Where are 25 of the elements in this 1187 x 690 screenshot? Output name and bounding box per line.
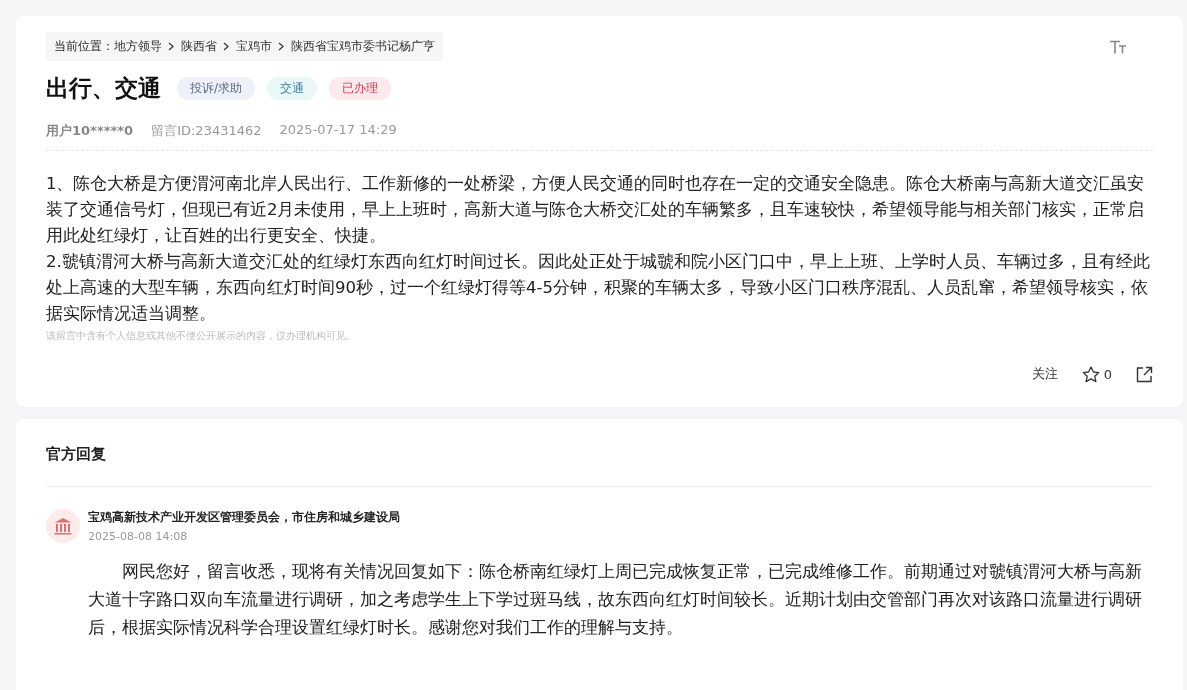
breadcrumb-separator-icon [223,42,230,51]
message-title: 出行、交通 [46,74,161,103]
category-tag: 已办理 [329,77,392,100]
category-tag: 投诉/求助 [177,77,256,100]
category-tag: 交通 [267,77,318,100]
breadcrumb-label: 当前位置： [54,38,114,55]
reply-heading: 官方回复 [46,445,107,464]
share-icon[interactable] [1136,365,1153,383]
organization-name: 宝鸡高新技术产业开发区管理委员会，市住房和城乡建设局 [88,509,400,526]
breadcrumb-link[interactable]: 地方领导 [114,38,162,55]
message-paragraph: 2.虢镇渭河大桥与高新大道交汇处的红绿灯东西向红灯时间过长。因此处正处于城虢和院小区门口中，早上上班、上学时人员、车辆过多，且有经此处上高速的大型车辆，东西向红灯时间90秒，过一个红绿灯得等4-5分钟，积聚的车辆太多，导致小区门口秩序混乱、人员乱窜，希望领导核实，依据实际情况适当调整。 [46,251,1151,325]
user-name: 用户10*****0 [46,122,134,140]
reply-time: 2025-08-08 14:08 [88,530,189,543]
font-size-icon[interactable] [1109,39,1127,54]
message-paragraph: 1、陈仓大桥是方便渭河南北岸人民出行、工作新修的一处桥梁，方便人民交通的同时也存在一定的交通安全隐患。陈仓大桥南与高新大道交汇虽安装了交通信号灯，但现已有近2月未使用，早上上班时，高新大道与陈仓大桥交汇处的车辆繁多，且车速较快，希望领导能与相关部门核实，正常启用此处红绿灯，让百姓的出行更安全、快捷。 [46,173,1146,247]
breadcrumb-separator-icon [278,42,285,51]
breadcrumb-separator-icon [168,42,175,51]
post-time: 2025-07-17 14:29 [279,122,397,139]
breadcrumb-link[interactable]: 宝鸡市 [236,38,272,55]
reply-text: 网民您好，留言收悉，现将有关情况回复如下：陈仓桥南红绿灯上周已完成恢复正常，已完成维修工作。前期通过对虢镇渭河大桥与高新大道十字路口双向车流量进行调研，加之考虑学生上下学过斑马线，故东西向红灯时间较长。近期计划由交管部门再次对该路口流量进行调研后，根据实际情况科学合理设置红绿灯时长。感谢您对我们工作的理解与支持。 [88,560,1143,639]
follow-button[interactable]: 关注 [1031,365,1058,383]
breadcrumb-link[interactable]: 陕西省宝鸡市委书记杨广亨 [291,38,435,55]
breadcrumb-link[interactable]: 陕西省 [181,38,217,55]
message-id: 留言ID:23431462 [151,122,262,140]
bank-building-icon [46,509,80,543]
